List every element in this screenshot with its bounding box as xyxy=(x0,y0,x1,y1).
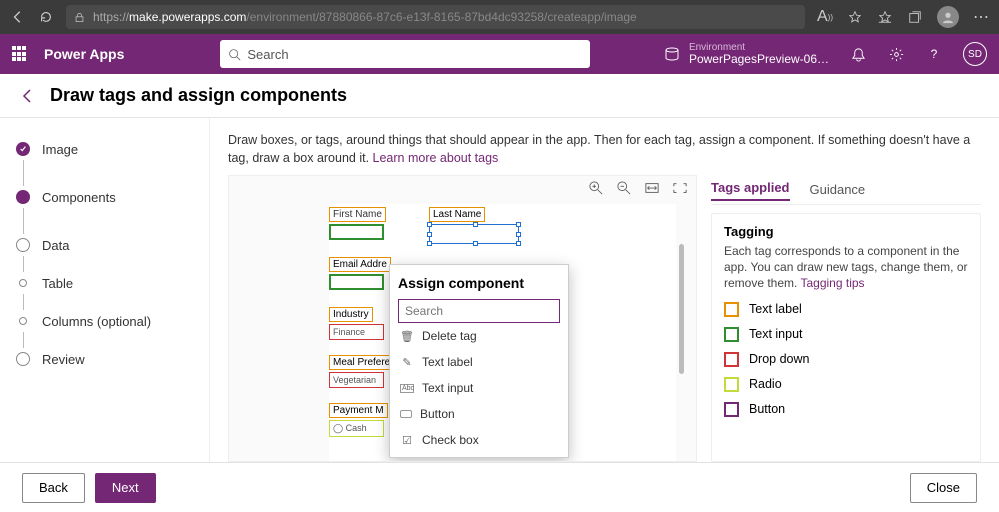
step-components[interactable]: Components xyxy=(16,186,193,208)
url-protocol: https:// xyxy=(93,10,129,24)
browser-back-icon[interactable] xyxy=(10,9,26,25)
notifications-icon[interactable] xyxy=(849,45,867,63)
environment-picker[interactable]: Environment PowerPagesPreview-06… xyxy=(663,42,829,66)
tag-first-name-input[interactable] xyxy=(329,224,384,240)
checkbox-icon: ☑ xyxy=(400,434,414,447)
browser-chrome: https://make.powerapps.com/environment/8… xyxy=(0,0,999,34)
zoom-in-icon[interactable] xyxy=(588,180,604,196)
tagging-tips-link[interactable]: Tagging tips xyxy=(800,276,864,290)
search-placeholder: Search xyxy=(247,47,288,62)
browser-refresh-icon[interactable] xyxy=(38,9,54,25)
tag-last-name-label[interactable]: Last Name xyxy=(429,207,485,222)
url-path: /environment/87880866-87c6-e13f-8165-87b… xyxy=(246,10,636,24)
browser-url-box[interactable]: https://make.powerapps.com/environment/8… xyxy=(66,5,805,29)
tag-meal-label[interactable]: Meal Prefere xyxy=(329,355,394,370)
app-header: Power Apps Search Environment PowerPages… xyxy=(0,34,999,74)
app-launcher-icon[interactable] xyxy=(12,46,28,62)
app-title: Power Apps xyxy=(44,46,124,62)
tag-first-name-label[interactable]: First Name xyxy=(329,207,386,222)
url-host: make.powerapps.com xyxy=(129,10,246,24)
step-image[interactable]: Image xyxy=(16,138,193,160)
help-icon[interactable]: ? xyxy=(925,45,943,63)
tag-last-name-selected[interactable] xyxy=(429,224,519,244)
side-panel: Tags applied Guidance Tagging Each tag c… xyxy=(711,175,981,462)
wizard-steps: Image Components Data Table Columns (opt… xyxy=(0,118,210,462)
tagging-canvas[interactable]: First Name Last Name xyxy=(228,175,697,462)
browser-more-icon[interactable]: ⋯ xyxy=(973,9,989,25)
popup-option-checkbox[interactable]: ☑Check box xyxy=(398,427,560,453)
lock-icon xyxy=(74,12,85,23)
legend-button[interactable]: Button xyxy=(724,402,968,417)
favorite-icon[interactable] xyxy=(847,9,863,25)
popup-search-input[interactable] xyxy=(398,299,560,323)
environment-icon xyxy=(663,45,681,63)
button-icon xyxy=(400,410,412,418)
user-avatar[interactable]: SD xyxy=(963,42,987,66)
legend-text-label[interactable]: Text label xyxy=(724,302,968,317)
instructions-text: Draw boxes, or tags, around things that … xyxy=(228,132,981,167)
favorites-bar-icon[interactable] xyxy=(877,9,893,25)
side-card-title: Tagging xyxy=(724,224,968,239)
tag-email-label[interactable]: Email Addre xyxy=(329,257,391,272)
popup-option-button[interactable]: Button xyxy=(398,401,560,427)
tag-legend: Text label Text input Drop down Radio Bu… xyxy=(724,302,968,417)
close-button[interactable]: Close xyxy=(910,473,977,503)
text-label-icon: ✎ xyxy=(400,356,414,369)
search-icon xyxy=(228,48,241,61)
step-table[interactable]: Table xyxy=(16,272,193,294)
environment-name: PowerPagesPreview-06… xyxy=(689,53,829,66)
text-input-icon: Abc xyxy=(400,384,414,393)
learn-more-link[interactable]: Learn more about tags xyxy=(373,151,499,165)
zoom-out-icon[interactable] xyxy=(616,180,632,196)
step-data[interactable]: Data xyxy=(16,234,193,256)
settings-icon[interactable] xyxy=(887,45,905,63)
page-title-row: Draw tags and assign components xyxy=(0,74,999,118)
back-button[interactable]: Back xyxy=(22,473,85,503)
side-card-text: Each tag corresponds to a component in t… xyxy=(724,243,968,292)
read-aloud-icon[interactable]: A)) xyxy=(817,9,833,25)
tag-payment-value[interactable]: ◯ Cash xyxy=(329,420,384,437)
wizard-footer: Back Next Close xyxy=(0,462,999,512)
tag-industry-value[interactable]: Finance xyxy=(329,324,384,340)
canvas-scrollbar[interactable] xyxy=(679,244,684,374)
popup-option-text-input[interactable]: AbcText input xyxy=(398,375,560,401)
browser-profile-icon[interactable] xyxy=(937,6,959,28)
trash-icon: 🗑 xyxy=(400,330,414,343)
tab-guidance[interactable]: Guidance xyxy=(810,182,866,201)
tag-email-input[interactable] xyxy=(329,274,384,290)
tag-payment-label[interactable]: Payment M xyxy=(329,403,388,418)
next-button[interactable]: Next xyxy=(95,473,156,503)
header-search-input[interactable]: Search xyxy=(220,40,590,68)
legend-drop-down[interactable]: Drop down xyxy=(724,352,968,367)
page-back-icon[interactable] xyxy=(20,88,36,104)
step-review[interactable]: Review xyxy=(16,348,193,370)
popup-option-text-label[interactable]: ✎Text label xyxy=(398,349,560,375)
assign-component-popup: Assign component 🗑Delete tag ✎Text label… xyxy=(389,264,569,458)
tab-tags-applied[interactable]: Tags applied xyxy=(711,180,790,201)
legend-radio[interactable]: Radio xyxy=(724,377,968,392)
popup-title: Assign component xyxy=(398,275,560,291)
fit-width-icon[interactable] xyxy=(644,180,660,196)
fullscreen-icon[interactable] xyxy=(672,180,688,196)
popup-option-delete[interactable]: 🗑Delete tag xyxy=(398,323,560,349)
legend-text-input[interactable]: Text input xyxy=(724,327,968,342)
tag-meal-value[interactable]: Vegetarian xyxy=(329,372,384,388)
collections-icon[interactable] xyxy=(907,9,923,25)
page-title: Draw tags and assign components xyxy=(50,85,347,106)
tag-industry-label[interactable]: Industry xyxy=(329,307,373,322)
step-columns[interactable]: Columns (optional) xyxy=(16,310,193,332)
